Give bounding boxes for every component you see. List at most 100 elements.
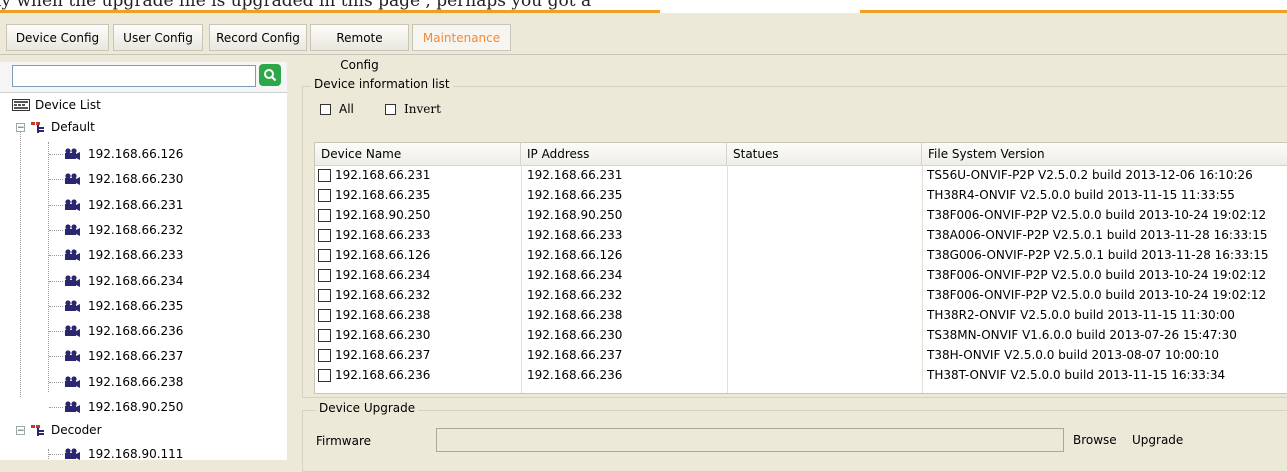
table-row[interactable]: 192.168.66.230 192.168.66.230 TS38MN-ONVIF… <box>315 326 1287 345</box>
tree-device-item[interactable]: 192.168.66.238 <box>64 372 183 392</box>
table-row[interactable]: 192.168.66.237 192.168.66.237 T38H-ONVIF V… <box>315 346 1287 365</box>
table-row[interactable]: 192.168.66.236 192.168.66.236 TH38T-ONVIF … <box>315 366 1287 385</box>
table-row[interactable]: 192.168.66.233 192.168.66.233 T38A006-ONVI… <box>315 226 1287 245</box>
device-name-text: 192.168.66.235 <box>335 188 431 202</box>
firmware-label: Firmware <box>316 434 371 448</box>
camera-icon <box>65 224 80 236</box>
column-header-ip-address[interactable]: IP Address <box>521 143 727 165</box>
cell-device-name: 192.168.66.232 <box>318 286 521 305</box>
all-checkbox[interactable] <box>320 103 331 115</box>
table-row[interactable]: 192.168.66.126 192.168.66.126 T38G006-ONVI… <box>315 246 1287 265</box>
tab-record-config[interactable]: Record Config <box>209 24 307 51</box>
invert-checkbox[interactable] <box>385 103 396 115</box>
tree-device-item[interactable]: 192.168.66.231 <box>64 195 183 215</box>
table-row[interactable]: 192.168.66.231 192.168.66.231 TS56U-ONVIF-… <box>315 166 1287 185</box>
tab-remote-config[interactable]: Remote Config <box>310 24 409 72</box>
group-icon <box>31 122 44 133</box>
cell-device-name: 192.168.90.250 <box>318 206 521 225</box>
table-row[interactable]: 192.168.66.234 192.168.66.234 T38F006-ONVI… <box>315 266 1287 285</box>
tree-device-item[interactable]: 192.168.90.250 <box>64 397 183 417</box>
tree-device-item[interactable]: 192.168.66.237 <box>64 346 183 366</box>
invert-label: Invert <box>404 102 441 116</box>
cell-ip-address: 192.168.66.230 <box>527 328 623 342</box>
column-header-file-system-version[interactable]: File System Version <box>922 143 1287 165</box>
cell-file-system-version: TH38R4-ONVIF V2.5.0.0 build 2013-11-15 1… <box>927 188 1235 202</box>
row-checkbox[interactable] <box>318 349 331 362</box>
cell-status <box>733 186 919 205</box>
table-row[interactable]: 192.168.66.238 192.168.66.238 TH38R2-ONVIF… <box>315 306 1287 325</box>
cell-ip-address: 192.168.66.231 <box>527 168 623 182</box>
tree-device-item[interactable]: 192.168.66.126 <box>64 144 183 164</box>
cell-ip-address: 192.168.66.237 <box>527 348 623 362</box>
device-upgrade-legend: Device Upgrade <box>316 401 419 415</box>
tree-guide-line <box>20 127 21 397</box>
cell-file-system-version: T38F006-ONVIF-P2P V2.5.0.0 build 2013-10… <box>927 268 1267 282</box>
tree-device-item[interactable]: 192.168.66.232 <box>64 220 183 240</box>
tree-device-label: 192.168.66.237 <box>88 349 184 364</box>
tree-guide-line <box>49 154 63 155</box>
column-header-statues[interactable]: Statues <box>727 143 922 165</box>
tree-group-default[interactable]: − Default <box>16 117 95 137</box>
tree-device-item[interactable]: 192.168.66.230 <box>64 169 183 189</box>
firmware-path-input[interactable] <box>436 428 1064 452</box>
tree-device-label: 192.168.66.234 <box>88 273 184 288</box>
tree-guide-line <box>49 229 63 231</box>
cell-ip-address: 192.168.66.238 <box>527 308 623 322</box>
row-checkbox[interactable] <box>318 249 331 262</box>
camera-icon <box>65 148 80 160</box>
cell-file-system-version: T38F006-ONVIF-P2P V2.5.0.0 build 2013-10… <box>927 288 1267 302</box>
tree-device-item[interactable]: 192.168.66.233 <box>64 245 183 265</box>
cell-status <box>733 246 919 265</box>
tab-bar: Device Config User Config Record Config … <box>0 18 1287 72</box>
row-checkbox[interactable] <box>318 209 331 222</box>
search-button[interactable] <box>259 64 281 86</box>
cell-status <box>733 206 919 225</box>
row-checkbox[interactable] <box>318 169 331 182</box>
table-row[interactable]: 192.168.90.250 192.168.90.250 T38F006-ONVI… <box>315 206 1287 225</box>
main-panel: Device information list All Invert Devic… <box>298 62 1287 472</box>
tree-guide-line <box>49 305 63 307</box>
row-checkbox[interactable] <box>318 289 331 302</box>
tree-group-label: Default <box>51 120 95 134</box>
tree-group-decoder[interactable]: − Decoder <box>16 420 102 440</box>
device-tree-panel: Device List − Default 192.168.66.126 192.… <box>0 62 287 460</box>
invert-checkbox-row[interactable]: Invert <box>385 102 441 116</box>
collapse-icon[interactable]: − <box>16 425 25 435</box>
banner-accent-line <box>0 10 1287 13</box>
row-checkbox[interactable] <box>318 309 331 322</box>
row-checkbox[interactable] <box>318 329 331 342</box>
cell-file-system-version: T38A006-ONVIF-P2P V2.5.0.1 build 2013-11… <box>927 228 1268 242</box>
camera-icon <box>65 173 80 186</box>
search-input[interactable] <box>12 65 256 87</box>
cell-file-system-version: TS38MN-ONVIF V1.6.0.0 build 2013-07-26 1… <box>927 328 1237 342</box>
tab-user-config[interactable]: User Config <box>113 24 203 51</box>
row-checkbox[interactable] <box>318 369 331 382</box>
tree-device-item[interactable]: 192.168.66.234 <box>64 271 183 291</box>
camera-icon <box>65 198 80 211</box>
tree-device-item[interactable]: 192.168.66.236 <box>64 321 183 341</box>
browse-button[interactable]: Browse <box>1073 428 1117 452</box>
row-checkbox[interactable] <box>318 189 331 202</box>
tab-device-config[interactable]: Device Config <box>6 24 109 51</box>
collapse-icon[interactable]: − <box>16 122 25 132</box>
tree-root[interactable]: Device List <box>12 95 101 115</box>
camera-icon <box>65 376 80 388</box>
upgrade-button[interactable]: Upgrade <box>1132 428 1183 452</box>
table-row[interactable]: 192.168.66.235 192.168.66.235 TH38R4-ONVIF… <box>315 186 1287 205</box>
row-checkbox[interactable] <box>318 269 331 282</box>
cell-file-system-version: T38G006-ONVIF-P2P V2.5.0.1 build 2013-11… <box>927 248 1269 262</box>
tree-guide-line <box>49 204 63 206</box>
tree-device-item[interactable]: 192.168.66.235 <box>64 296 183 316</box>
cell-status <box>733 326 919 345</box>
all-checkbox-row[interactable]: All <box>320 102 354 116</box>
cell-file-system-version: T38F006-ONVIF-P2P V2.5.0.0 build 2013-10… <box>927 208 1267 222</box>
tree-device-item[interactable]: 192.168.90.111 <box>64 444 183 460</box>
column-header-device-name[interactable]: Device Name <box>315 143 521 165</box>
tab-maintenance[interactable]: Maintenance <box>412 24 511 51</box>
cell-status <box>733 286 919 305</box>
cell-status <box>733 266 919 285</box>
table-row[interactable]: 192.168.66.232 192.168.66.232 T38F006-ONVI… <box>315 286 1287 305</box>
row-checkbox[interactable] <box>318 229 331 242</box>
camera-icon <box>65 401 80 413</box>
device-name-text: 192.168.66.230 <box>335 328 431 342</box>
